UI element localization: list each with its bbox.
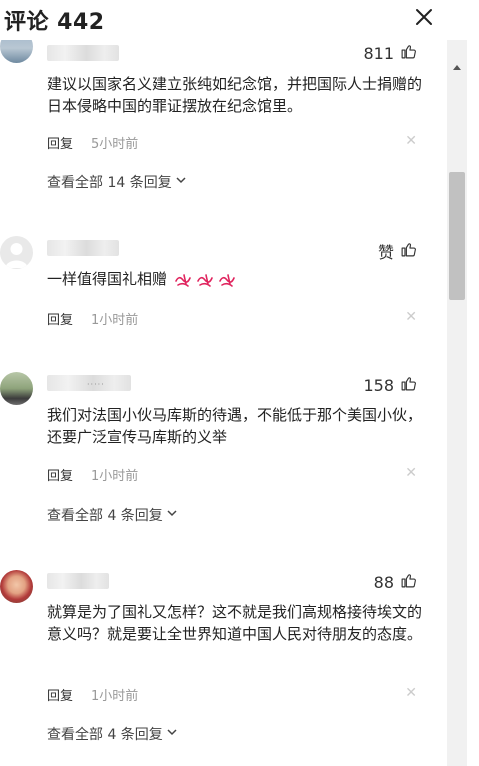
avatar[interactable] xyxy=(0,570,33,603)
scrollbar-thumb[interactable] xyxy=(449,172,465,300)
like-count: 158 xyxy=(363,376,394,395)
comment-text: 建议以国家名义建立张纯如纪念馆，并把国际人士捐赠的日本侵略中国的罪证摆放在纪念馆… xyxy=(47,75,423,115)
like-label: 赞 xyxy=(377,243,394,262)
comments-header: 评论 442 xyxy=(0,0,479,40)
close-small-icon[interactable]: ✕ xyxy=(405,465,417,481)
chevron-down-icon xyxy=(166,726,178,742)
right-margin xyxy=(467,40,479,766)
timestamp: 5小时前 xyxy=(91,137,139,152)
like-button[interactable]: 赞 xyxy=(378,239,417,263)
view-all-replies[interactable]: 查看全部 4 条回复 xyxy=(47,724,178,744)
comment-meta: 回复 1小时前 xyxy=(47,309,138,328)
thumbs-up-icon xyxy=(400,572,417,593)
chevron-down-icon xyxy=(166,507,178,523)
comments-title: 评论 442 xyxy=(4,10,105,35)
close-small-icon[interactable]: ✕ xyxy=(405,685,417,701)
close-small-icon[interactable]: ✕ xyxy=(405,309,417,325)
timestamp: 1小时前 xyxy=(91,313,139,328)
comment-list[interactable]: 811 建议以国家名义建立张纯如纪念馆，并把国际人士捐赠的日本侵略中国的罪证摆放… xyxy=(0,40,447,766)
scroll-up-arrow-icon[interactable] xyxy=(452,56,462,70)
thumbs-up-icon xyxy=(400,241,417,262)
close-icon[interactable] xyxy=(412,5,436,29)
comment-text: 我们对法国小伙马库斯的待遇，不能低于那个美国小伙，还要广泛宣传马库斯的义举 xyxy=(47,406,423,446)
comment-meta: 回复 1小时前 xyxy=(47,685,138,704)
username[interactable] xyxy=(47,573,109,589)
like-button[interactable]: 88 xyxy=(374,572,417,593)
timestamp: 1小时前 xyxy=(91,469,139,484)
username[interactable]: ····· xyxy=(47,375,131,391)
flower-emoji-icon xyxy=(174,273,235,287)
view-all-replies[interactable]: 查看全部 14 条回复 xyxy=(47,172,187,192)
comment-meta: 回复 5小时前 xyxy=(47,133,138,152)
avatar[interactable] xyxy=(0,372,33,405)
like-button[interactable]: 811 xyxy=(363,43,417,64)
chevron-down-icon xyxy=(175,174,187,190)
like-count: 811 xyxy=(363,44,394,63)
like-button[interactable]: 158 xyxy=(363,375,417,396)
view-all-label: 查看全部 4 条回复 xyxy=(47,727,163,743)
reply-button[interactable]: 回复 xyxy=(47,685,73,704)
view-all-label: 查看全部 14 条回复 xyxy=(47,175,172,191)
comment-text-body: 一样值得国礼相赠 xyxy=(47,270,168,288)
view-all-label: 查看全部 4 条回复 xyxy=(47,508,163,524)
comment-meta: 回复 1小时前 xyxy=(47,465,138,484)
comment-text: 一样值得国礼相赠 xyxy=(47,268,427,290)
reply-button[interactable]: 回复 xyxy=(47,133,73,152)
username[interactable] xyxy=(47,45,119,61)
comment-text: 就算是为了国礼又怎样？这不就是我们高规格接待埃文的意义吗？就是要让全世界知道中国… xyxy=(47,603,423,643)
view-all-replies[interactable]: 查看全部 4 条回复 xyxy=(47,505,178,525)
thumbs-up-icon xyxy=(400,43,417,64)
close-small-icon[interactable]: ✕ xyxy=(405,133,417,149)
avatar[interactable] xyxy=(0,236,33,269)
like-count: 88 xyxy=(373,573,394,592)
reply-button[interactable]: 回复 xyxy=(47,309,73,328)
username[interactable] xyxy=(47,240,119,256)
avatar[interactable] xyxy=(0,40,33,63)
timestamp: 1小时前 xyxy=(91,689,139,704)
thumbs-up-icon xyxy=(400,375,417,396)
scrollbar[interactable] xyxy=(447,40,467,766)
reply-button[interactable]: 回复 xyxy=(47,465,73,484)
